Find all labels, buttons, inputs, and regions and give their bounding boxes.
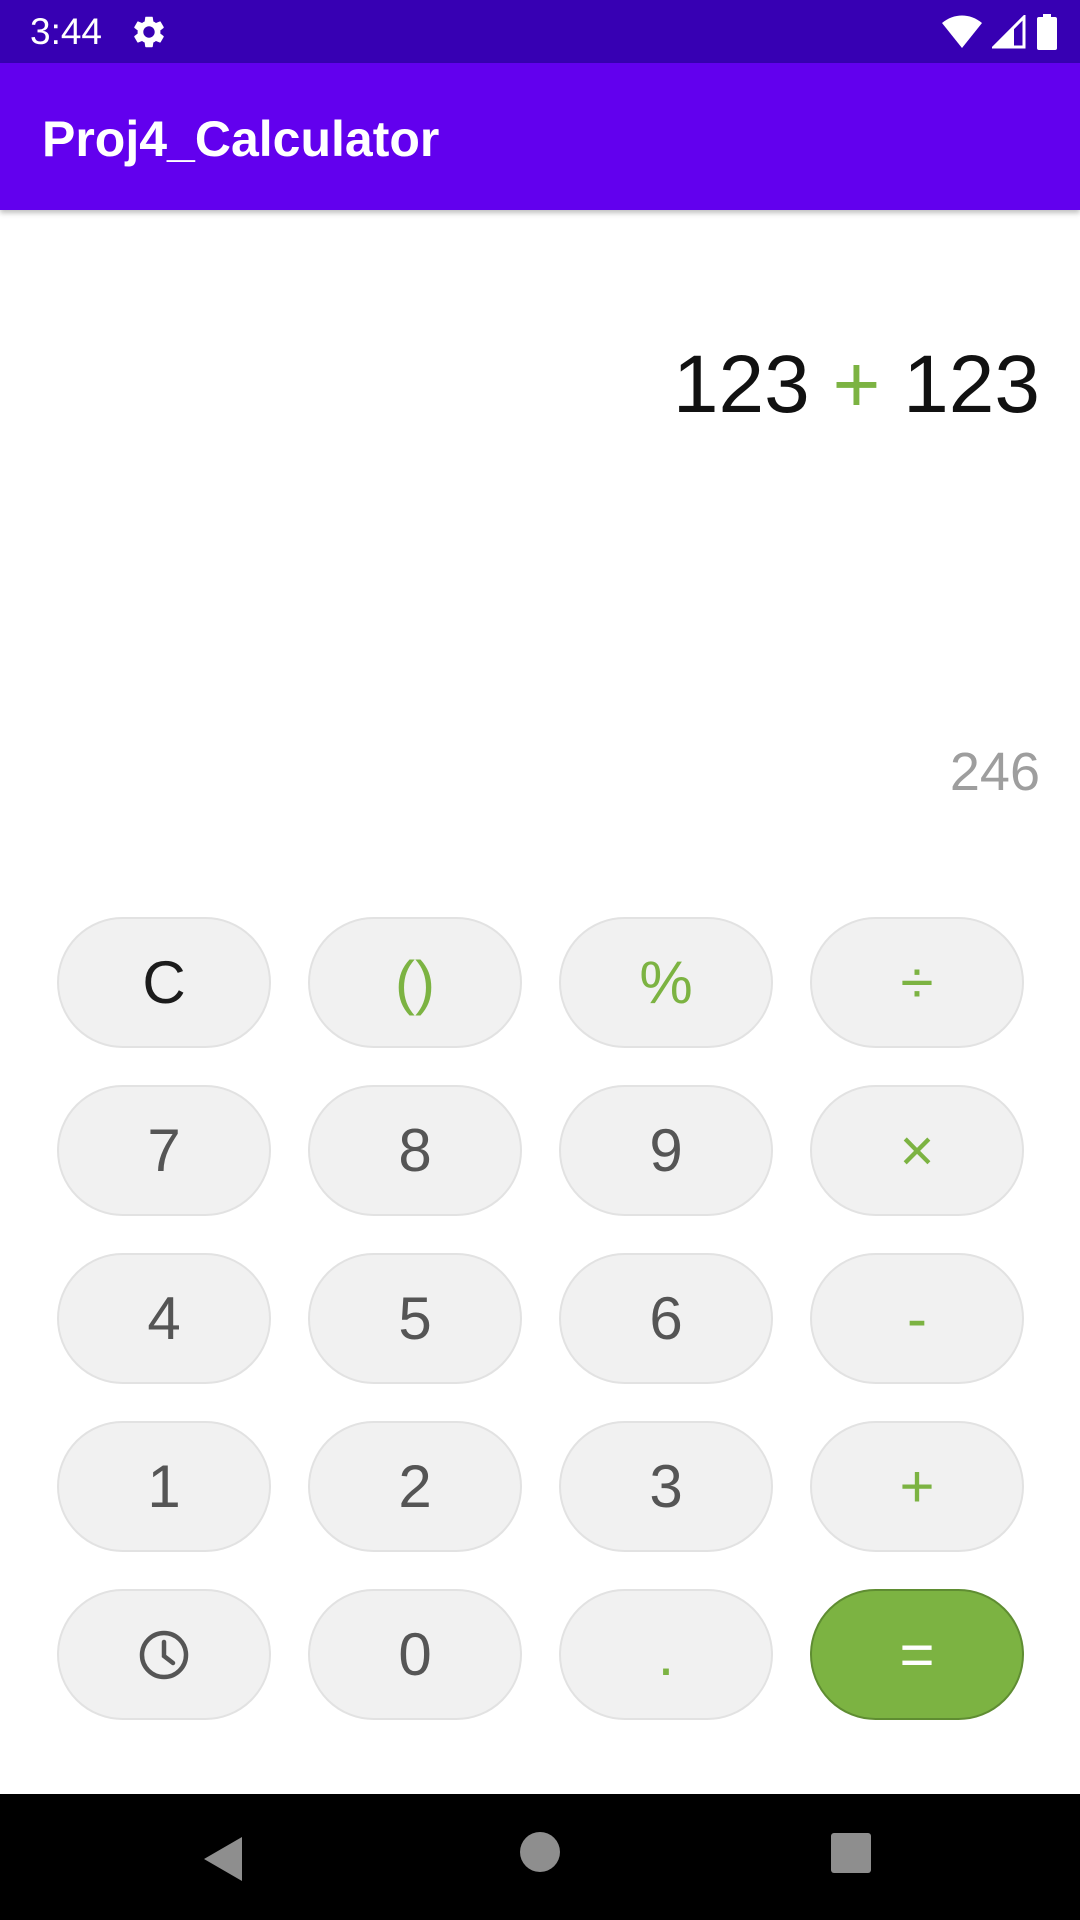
history-icon bbox=[139, 1630, 189, 1679]
digit-7-button[interactable]: 7 bbox=[57, 1085, 271, 1216]
expression-display[interactable]: 123 + 123 bbox=[673, 335, 1040, 435]
result-preview: 246 bbox=[949, 742, 1040, 802]
status-bar: 3:44 bbox=[0, 0, 1080, 63]
battery-icon bbox=[1037, 14, 1057, 50]
digit-4-button[interactable]: 4 bbox=[57, 1253, 271, 1384]
digit-6-button[interactable]: 6 bbox=[559, 1253, 773, 1384]
wifi-icon bbox=[942, 15, 982, 48]
divide-button[interactable]: ÷ bbox=[810, 917, 1024, 1048]
navigation-bar bbox=[0, 1794, 1080, 1920]
digit-0-button[interactable]: 0 bbox=[308, 1589, 522, 1720]
multiply-button[interactable]: × bbox=[810, 1085, 1024, 1216]
settings-icon bbox=[134, 16, 164, 48]
operator-symbol: + bbox=[832, 339, 881, 430]
equals-button[interactable]: = bbox=[810, 1589, 1024, 1720]
digit-8-button[interactable]: 8 bbox=[308, 1085, 522, 1216]
keypad: C () % ÷ 7 8 9 × 4 5 6 - 1 2 3 + 0 . = bbox=[57, 917, 1025, 1721]
status-time: 3:44 bbox=[30, 11, 103, 52]
digit-5-button[interactable]: 5 bbox=[308, 1253, 522, 1384]
add-button[interactable]: + bbox=[810, 1421, 1024, 1552]
digit-3-button[interactable]: 3 bbox=[559, 1421, 773, 1552]
app-bar: Proj4_Calculator bbox=[0, 63, 1080, 210]
home-icon[interactable] bbox=[519, 1831, 561, 1873]
left-operand: 123 bbox=[672, 339, 810, 430]
decimal-button[interactable]: . bbox=[559, 1589, 773, 1720]
app-title: Proj4_Calculator bbox=[42, 111, 440, 167]
recents-icon[interactable] bbox=[830, 1832, 872, 1874]
percent-button[interactable]: % bbox=[559, 917, 773, 1048]
parentheses-button[interactable]: () bbox=[308, 917, 522, 1048]
cellular-signal-icon bbox=[992, 15, 1026, 49]
digit-1-button[interactable]: 1 bbox=[57, 1421, 271, 1552]
history-button[interactable] bbox=[57, 1589, 271, 1720]
subtract-button[interactable]: - bbox=[810, 1253, 1024, 1384]
back-icon[interactable] bbox=[200, 1834, 244, 1884]
calculator-display: 123 + 123 246 bbox=[0, 210, 1080, 890]
clear-button[interactable]: C bbox=[57, 917, 271, 1048]
right-operand: 123 bbox=[903, 339, 1040, 430]
digit-9-button[interactable]: 9 bbox=[559, 1085, 773, 1216]
digit-2-button[interactable]: 2 bbox=[308, 1421, 522, 1552]
